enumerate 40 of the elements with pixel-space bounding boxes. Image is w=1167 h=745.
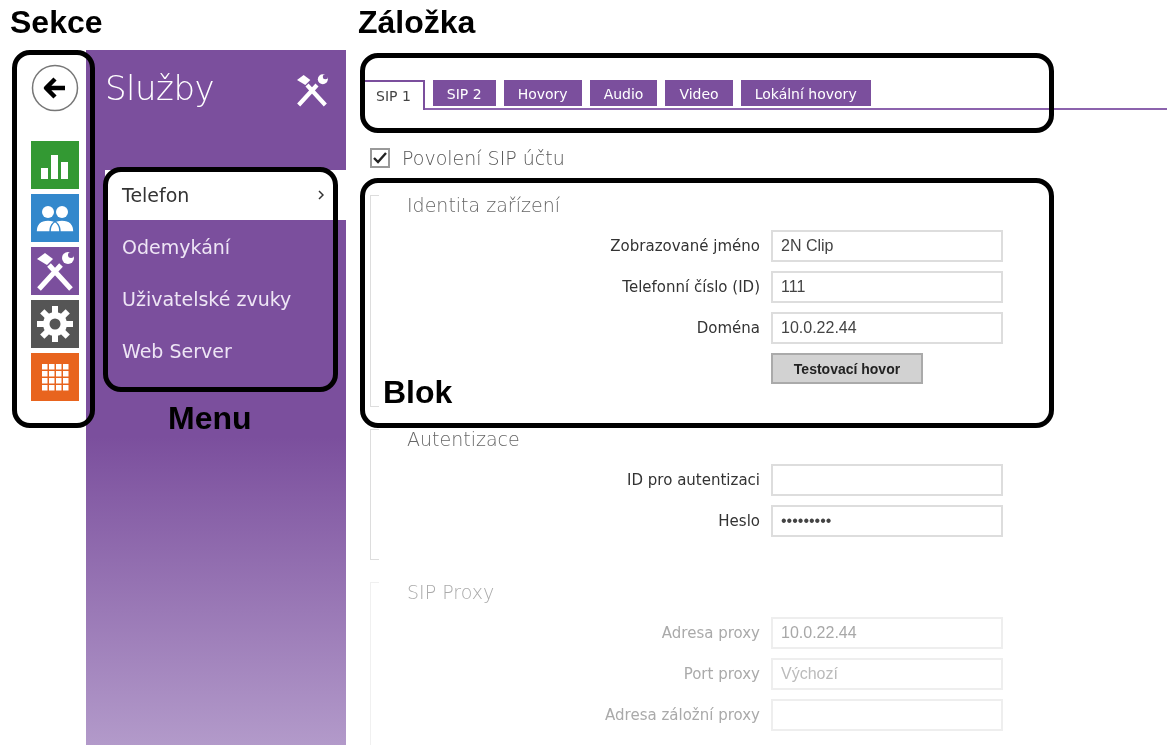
grid-icon[interactable] [31, 353, 79, 401]
field-label: Doména [695, 319, 760, 337]
input-field[interactable]: 2N Clip [771, 230, 1003, 262]
input-field[interactable] [771, 464, 1003, 496]
field-label: Telefonní číslo (ID) [621, 278, 760, 296]
annotation-label: Menu [168, 400, 252, 437]
menu-item[interactable]: Web Server [105, 326, 346, 376]
menu-item[interactable]: Uživatelské zvuky [105, 274, 346, 324]
input-field[interactable]: ••••••••• [771, 505, 1003, 537]
menu-item[interactable]: Telefon [105, 170, 346, 220]
annotation-label: Záložka [358, 4, 476, 41]
tab[interactable]: Hovory [503, 80, 582, 106]
test-call-button[interactable]: Testovací hovor [771, 353, 923, 384]
block-title[interactable]: Autentizace [407, 428, 520, 450]
input-field[interactable]: 10.0.22.44 [771, 312, 1003, 344]
tab[interactable]: SIP 1 [362, 80, 425, 110]
section-title: Služby [105, 68, 215, 108]
users-icon[interactable] [31, 194, 79, 242]
back-icon[interactable] [31, 64, 79, 112]
checkbox-label: Povolení SIP účtu [402, 147, 565, 169]
field-label: Heslo [717, 512, 760, 530]
field-label: Adresa proxy [660, 624, 760, 642]
tab[interactable]: Video [665, 80, 733, 106]
tools-icon[interactable] [31, 247, 79, 295]
block-title[interactable]: Identita zařízení [407, 194, 560, 216]
menu-item[interactable]: Odemykání [105, 222, 346, 272]
bar-chart-icon[interactable] [31, 141, 79, 189]
annotation-label: Sekce [10, 4, 103, 41]
tab[interactable]: Audio [589, 80, 658, 106]
tab[interactable]: SIP 2 [432, 80, 496, 106]
tab[interactable]: Lokální hovory [740, 80, 871, 106]
settings-icon[interactable] [31, 300, 79, 348]
field-label: Zobrazované jméno [609, 237, 760, 255]
chevron-right-icon [318, 190, 324, 200]
input-field[interactable]: 111 [771, 271, 1003, 303]
field-label: Adresa záložní proxy [604, 706, 760, 724]
checkbox[interactable] [370, 148, 390, 168]
annotation-label: Blok [383, 374, 453, 411]
field-label: Port proxy [682, 665, 760, 683]
field-label: ID pro autentizaci [626, 471, 760, 489]
